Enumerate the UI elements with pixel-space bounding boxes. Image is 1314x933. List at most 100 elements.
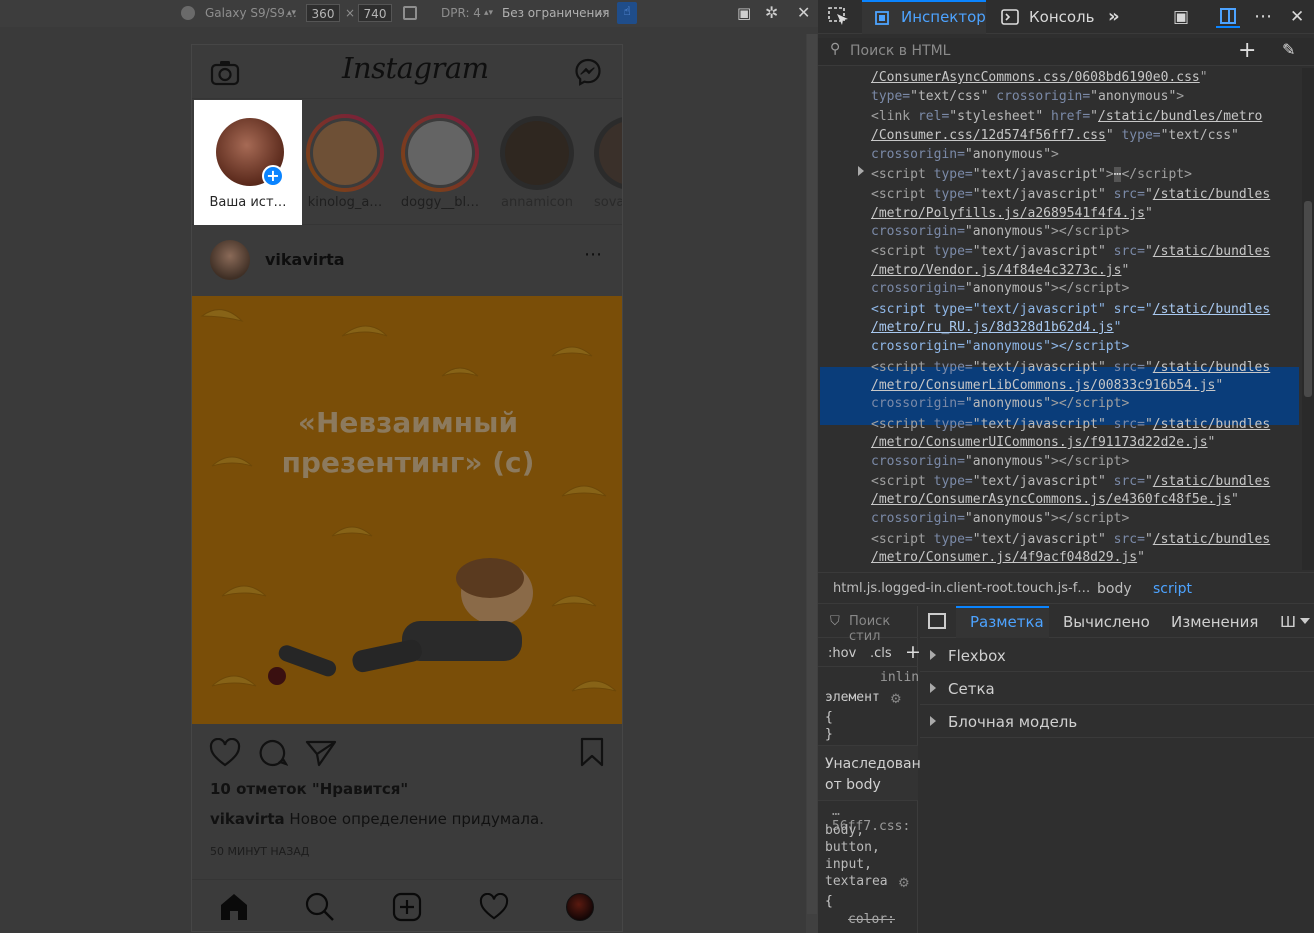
gear-icon[interactable]: ⚙ — [890, 692, 902, 707]
story-ring-seen[interactable] — [594, 116, 622, 190]
section-box-model[interactable]: Блочная модель — [948, 713, 1077, 731]
markup-tree[interactable]: /ConsumerAsyncCommons.css/0608bd6190e0.c… — [818, 68, 1300, 570]
camera-icon[interactable] — [210, 60, 240, 86]
avatar[interactable] — [210, 240, 250, 280]
markup-line[interactable]: <script type="text/javascript" src="/sta… — [871, 530, 1270, 549]
css-property[interactable]: color: — [848, 912, 895, 927]
markup-line[interactable]: crossorigin="anonymous"></script> — [871, 279, 1129, 298]
hov-toggle[interactable]: :hov — [828, 646, 856, 661]
expand-twisty-icon[interactable] — [858, 166, 864, 176]
width-input[interactable]: 360 — [306, 4, 340, 22]
markup-line[interactable]: <script type="text/javascript" src="/sta… — [871, 185, 1270, 204]
post-header: vikavirta ⋯ — [192, 226, 622, 296]
bookmark-icon[interactable] — [579, 737, 605, 767]
height-input[interactable]: 740 — [358, 4, 392, 22]
post-image[interactable]: «Невзаимный презентинг» (с) — [192, 296, 622, 724]
menu-dots-icon[interactable]: ⋯ — [1254, 0, 1272, 34]
gear-icon[interactable]: ⚙ — [898, 876, 910, 891]
activity-heart-icon[interactable] — [478, 893, 510, 921]
markup-line[interactable]: <script type="text/javascript" src="/sta… — [871, 472, 1270, 491]
likes-count[interactable]: 10 отметок "Нравится" — [210, 780, 408, 798]
markup-line[interactable]: <script type="text/javascript" src="/sta… — [871, 415, 1270, 434]
tab-changes[interactable]: Изменения — [1171, 606, 1258, 638]
search-icon[interactable] — [305, 892, 335, 922]
markup-line[interactable]: /metro/Consumer.js/4f9acf048d29.js" — [871, 548, 1145, 567]
add-rule-icon[interactable]: + — [905, 641, 921, 663]
markup-line[interactable]: /metro/Vendor.js/4f84e4c3273c.js" — [871, 261, 1129, 280]
gear-icon[interactable]: ✲ — [765, 4, 778, 22]
markup-line[interactable]: /metro/ConsumerAsyncCommons.js/e4360fc48… — [871, 490, 1239, 509]
close-rdm-icon[interactable]: ✕ — [797, 4, 810, 22]
tab-console[interactable]: Консоль — [1029, 0, 1095, 34]
add-node-icon[interactable]: + — [1238, 38, 1256, 63]
dock-icon[interactable] — [1216, 6, 1240, 28]
messenger-icon[interactable] — [574, 58, 602, 86]
new-post-icon[interactable] — [392, 892, 422, 922]
markup-line[interactable]: <link rel="stylesheet" href="/static/bun… — [871, 107, 1262, 126]
markup-line[interactable]: /metro/Polyfills.js/a2689541f4f4.js" — [871, 204, 1153, 223]
inherited-label: Унаследован от body — [825, 756, 921, 793]
heart-icon[interactable] — [209, 738, 241, 768]
markup-line[interactable]: /Consumer.css/12d574f56ff7.css" type="te… — [871, 126, 1239, 145]
story-ring[interactable] — [401, 114, 479, 192]
tab-fonts[interactable]: Ш — [1280, 606, 1296, 638]
markup-line[interactable]: crossorigin="anonymous"></script> — [871, 222, 1129, 241]
markup-line[interactable]: type="text/css" crossorigin="anonymous"> — [871, 87, 1184, 106]
share-icon[interactable] — [305, 739, 337, 767]
breadcrumb-item[interactable]: body — [1097, 573, 1132, 605]
markup-line-selected[interactable]: crossorigin="anonymous"></script> — [871, 337, 1129, 356]
chevron-down-icon[interactable] — [1300, 618, 1310, 624]
story-ring[interactable] — [306, 114, 384, 192]
throttle-select[interactable]: Без ограничения — [502, 4, 609, 22]
markup-line[interactable]: /metro/ConsumerLibCommons.js/00833c916b5… — [871, 376, 1223, 395]
story-ring-seen[interactable] — [500, 116, 574, 190]
more-tabs-icon[interactable]: » — [1108, 0, 1120, 34]
toggle-pane-icon[interactable] — [928, 613, 946, 629]
screenshot-node-icon[interactable]: ▣ — [1173, 0, 1189, 34]
cls-toggle[interactable]: .cls — [870, 646, 892, 661]
markup-line[interactable]: crossorigin="anonymous"></script> — [871, 509, 1129, 528]
markup-line-selected[interactable]: /metro/ru_RU.js/8d328d1b62d4.js" — [871, 318, 1121, 337]
section-grid[interactable]: Сетка — [948, 680, 995, 698]
markup-scrollbar[interactable] — [1302, 68, 1314, 570]
instagram-logo[interactable]: Instagram — [342, 51, 489, 85]
profile-avatar[interactable] — [566, 893, 594, 921]
dpr-select[interactable]: DPR: 4 — [441, 4, 481, 22]
expand-twisty-icon[interactable] — [930, 716, 936, 726]
markup-line[interactable]: /metro/ConsumerUICommons.js/f91173d22d2e… — [871, 433, 1215, 452]
more-options-icon[interactable]: ⋯ — [584, 244, 603, 265]
markup-line[interactable]: /ConsumerAsyncCommons.css/0608bd6190e0.c… — [871, 68, 1208, 87]
eyedropper-icon[interactable]: ✎ — [1282, 40, 1295, 59]
expand-twisty-icon[interactable] — [930, 683, 936, 693]
markup-line[interactable]: crossorigin="anonymous"></script> — [871, 394, 1129, 413]
touch-icon[interactable]: ☝ — [617, 2, 637, 24]
tab-computed[interactable]: Вычислено — [1063, 606, 1150, 638]
html-search-input[interactable]: Поиск в HTML — [850, 43, 950, 59]
rotate-icon[interactable] — [403, 6, 417, 20]
markup-line[interactable]: crossorigin="anonymous"> — [871, 145, 1059, 164]
section-flexbox[interactable]: Flexbox — [948, 647, 1006, 665]
breadcrumb-item[interactable]: html.js.logged-in.client-root.touch.js-f… — [833, 573, 1090, 605]
expand-twisty-icon[interactable] — [930, 650, 936, 660]
markup-line[interactable]: crossorigin="anonymous"></script> — [871, 452, 1129, 471]
post-username[interactable]: vikavirta — [265, 250, 345, 269]
screenshot-icon[interactable]: ▣ — [737, 4, 751, 22]
markup-line[interactable]: <script type="text/javascript">⋯</script… — [871, 165, 1192, 184]
styles-filter-input[interactable]: Поиск стил — [849, 614, 918, 644]
markup-line[interactable]: <script type="text/javascript" src="/sta… — [871, 242, 1270, 261]
tab-inspector[interactable]: Инспектор — [862, 0, 986, 34]
inherited-header: Унаследован от body — [818, 745, 921, 801]
markup-line-selected[interactable]: <script type="text/javascript" src="/sta… — [871, 300, 1270, 319]
close-devtools-icon[interactable]: ✕ — [1290, 0, 1304, 34]
left-scroll-track[interactable] — [806, 34, 818, 933]
pick-element-icon[interactable] — [828, 7, 850, 27]
caption-username[interactable]: vikavirta — [210, 810, 285, 828]
markup-line[interactable]: <script type="text/javascript" src="/sta… — [871, 358, 1270, 377]
breadcrumb-item-current[interactable]: script — [1153, 573, 1192, 605]
home-icon[interactable] — [219, 892, 249, 922]
post-time[interactable]: 50 МИНУТ НАЗАД — [210, 845, 309, 858]
comment-icon[interactable] — [258, 738, 288, 768]
own-story[interactable]: + Ваша ист… — [194, 100, 302, 225]
add-story-icon[interactable]: + — [262, 165, 284, 187]
device-select[interactable]: Galaxy S9/S9… — [205, 4, 297, 22]
